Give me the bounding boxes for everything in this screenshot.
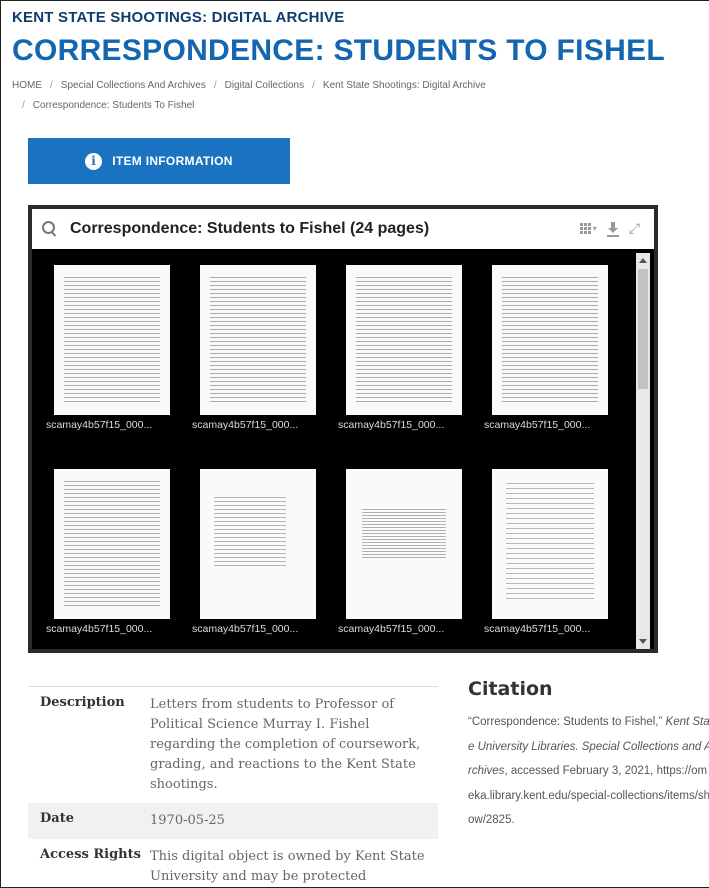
download-icon[interactable] [606,221,620,237]
viewer-toolbar: Correspondence: Students to Fishel (24 p… [32,209,654,249]
item-information-label: ITEM INFORMATION [112,154,233,168]
breadcrumb-digital-collections[interactable]: Digital Collections [225,80,304,91]
thumbnail-item[interactable]: scamay4b57f15_000... [192,265,324,431]
document-viewer: Correspondence: Students to Fishel (24 p… [28,205,658,653]
thumbnail-item[interactable]: scamay4b57f15_000... [484,469,616,635]
page-thumbnail [346,469,462,619]
thumbnail-item[interactable]: scamay4b57f15_000... [46,469,178,635]
thumbnail-caption: scamay4b57f15_000... [338,623,445,635]
scroll-down-icon[interactable] [639,639,647,644]
breadcrumb-home[interactable]: HOME [12,80,42,91]
metadata-value: This digital object is owned by Kent Sta… [150,849,425,884]
scrollbar-thumb[interactable] [638,269,648,389]
metadata-row: Description Letters from students to Pro… [28,687,438,803]
thumbnail-caption: scamay4b57f15_000... [192,623,299,635]
breadcrumb-current: Correspondence: Students To Fishel [32,100,195,111]
page-thumbnail [54,265,170,415]
metadata-label: Date [40,811,74,826]
breadcrumb: HOME / Special Collections And Archives / Di… [12,80,486,111]
item-information-button[interactable]: i ITEM INFORMATION [28,138,290,184]
thumbnail-caption: scamay4b57f15_000... [46,419,153,431]
thumbnail-caption: scamay4b57f15_000... [484,623,591,635]
page-thumbnail [200,265,316,415]
grid-view-icon[interactable]: ▾ [579,223,597,234]
thumbnail-caption: scamay4b57f15_000... [192,419,299,431]
page-thumbnail [492,265,608,415]
collection-title[interactable]: KENT STATE SHOOTINGS: DIGITAL ARCHIVE [12,9,344,26]
scroll-up-icon[interactable] [639,258,647,263]
metadata-value: 1970-05-25 [150,813,225,828]
thumbnail-item[interactable]: scamay4b57f15_000... [338,265,470,431]
viewer-title: Correspondence: Students to Fishel (24 p… [70,220,430,237]
metadata-label: Access Rights [40,847,141,862]
thumbnail-item[interactable]: scamay4b57f15_000... [192,469,324,635]
viewer-scrollbar[interactable] [636,253,650,649]
page-thumbnail [54,469,170,619]
metadata-table: Description Letters from students to Pro… [28,686,438,888]
page-thumbnail [346,265,462,415]
thumbnail-item[interactable]: scamay4b57f15_000... [484,265,616,431]
breadcrumb-special-collections[interactable]: Special Collections And Archives [61,80,206,91]
citation-heading: Citation [468,678,553,700]
search-icon[interactable] [42,221,58,237]
thumbnail-caption: scamay4b57f15_000... [338,419,445,431]
metadata-row: Date 1970-05-25 [28,803,438,839]
page-thumbnail [492,469,608,619]
viewer-tools: ▾ ⤢ [579,220,640,237]
page-thumbnail [200,469,316,619]
page-title: CORRESPONDENCE: STUDENTS TO FISHEL [12,34,666,67]
thumbnail-caption: scamay4b57f15_000... [46,623,153,635]
metadata-row: Access Rights This digital object is own… [28,839,438,888]
citation-panel: Citation “Correspondence: Students to Fi… [468,678,709,833]
breadcrumb-kent-state-archive[interactable]: Kent State Shootings: Digital Archive [323,80,486,91]
thumbnail-caption: scamay4b57f15_000... [484,419,591,431]
metadata-label: Description [40,695,125,710]
fullscreen-icon[interactable]: ⤢ [629,220,640,237]
thumbnail-item[interactable]: scamay4b57f15_000... [46,265,178,431]
thumbnail-grid: scamay4b57f15_000... scamay4b57f15_000..… [46,265,616,645]
info-icon: i [85,152,103,170]
citation-text: “Correspondence: Students to Fishel,” Ke… [468,716,709,826]
metadata-value: Letters from students to Professor of Po… [150,697,421,792]
thumbnail-item[interactable]: scamay4b57f15_000... [338,469,470,635]
